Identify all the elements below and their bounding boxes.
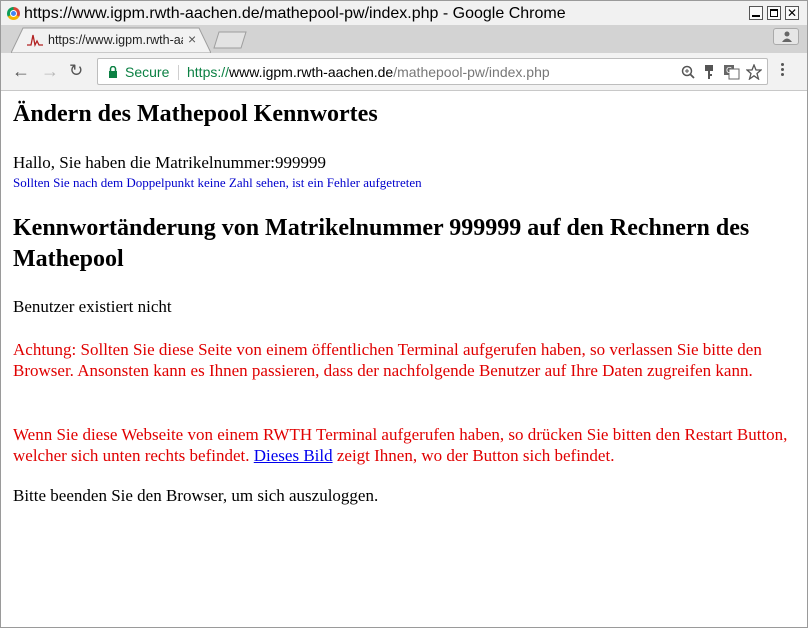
- page-title: Ändern des Mathepool Kennwortes: [13, 101, 378, 127]
- svg-text:G: G: [726, 66, 732, 75]
- tab-title: https://www.igpm.rwth-aachen.de/mathepoo…: [48, 33, 183, 47]
- greeting-text: Hallo, Sie haben die Matrikelnummer:9999…: [13, 153, 327, 172]
- maximize-icon: [770, 9, 778, 17]
- warning-rwth-terminal: Wenn Sie diese Webseite von einem RWTH T…: [13, 424, 798, 466]
- warning2-text-after: zeigt Ihnen, wo der Button sich befindet…: [332, 446, 615, 465]
- key-icon[interactable]: [704, 65, 714, 79]
- hint-text: Sollten Sie nach dem Doppelpunkt keine Z…: [13, 175, 422, 190]
- tab-close-icon[interactable]: ×: [188, 31, 196, 47]
- minimize-icon: [752, 15, 760, 17]
- pulse-favicon-icon: [27, 34, 43, 47]
- close-window-button[interactable]: ✕: [785, 6, 799, 20]
- profile-button[interactable]: [773, 28, 799, 45]
- tab-active[interactable]: https://www.igpm.rwth-aachen.de/mathepoo…: [11, 27, 211, 53]
- new-tab-button[interactable]: [213, 31, 247, 49]
- title-bar: https://www.igpm.rwth-aachen.de/mathepoo…: [1, 1, 807, 25]
- divider: [178, 65, 179, 80]
- person-icon: [782, 31, 792, 42]
- image-link[interactable]: Dieses Bild: [254, 446, 333, 465]
- page-content: Ändern des Mathepool Kennwortes Hallo, S…: [1, 91, 807, 627]
- url-scheme: https://: [187, 64, 230, 80]
- chrome-logo-icon: [7, 7, 20, 20]
- reload-icon[interactable]: ↻: [69, 62, 83, 80]
- address-bar[interactable]: Secure https://www.igpm.rwth-aachen.de/m…: [97, 58, 768, 85]
- translate-icon[interactable]: G: [724, 64, 740, 80]
- secure-label: Secure: [125, 64, 170, 80]
- lock-icon: [109, 66, 117, 78]
- toolbar: ← → ↻ Secure https://www.igpm.rwth-aache…: [1, 53, 807, 91]
- browser-window: https://www.igpm.rwth-aachen.de/mathepoo…: [0, 0, 808, 628]
- user-status-text: Benutzer existiert nicht: [13, 297, 172, 316]
- tab-strip: https://www.igpm.rwth-aachen.de/mathepoo…: [1, 25, 807, 53]
- url-text[interactable]: https://www.igpm.rwth-aachen.de/mathepoo…: [187, 64, 550, 80]
- logout-instruction: Bitte beenden Sie den Browser, um sich a…: [13, 486, 379, 505]
- menu-icon[interactable]: [781, 63, 784, 78]
- window-title: https://www.igpm.rwth-aachen.de/mathepoo…: [24, 5, 566, 22]
- close-icon: ✕: [786, 6, 798, 20]
- maximize-button[interactable]: [767, 6, 781, 20]
- star-icon[interactable]: [746, 64, 762, 80]
- url-path: /mathepool-pw/index.php: [393, 64, 550, 80]
- zoom-icon[interactable]: [681, 65, 695, 79]
- url-host: www.igpm.rwth-aachen.de: [229, 64, 394, 80]
- forward-icon[interactable]: →: [41, 62, 59, 80]
- minimize-button[interactable]: [749, 6, 763, 20]
- section-heading: Kennwortänderung von Matrikelnummer 9999…: [13, 215, 750, 272]
- back-icon[interactable]: ←: [12, 62, 30, 80]
- warning-public-terminal: Achtung: Sollten Sie diese Seite von ein…: [13, 340, 762, 380]
